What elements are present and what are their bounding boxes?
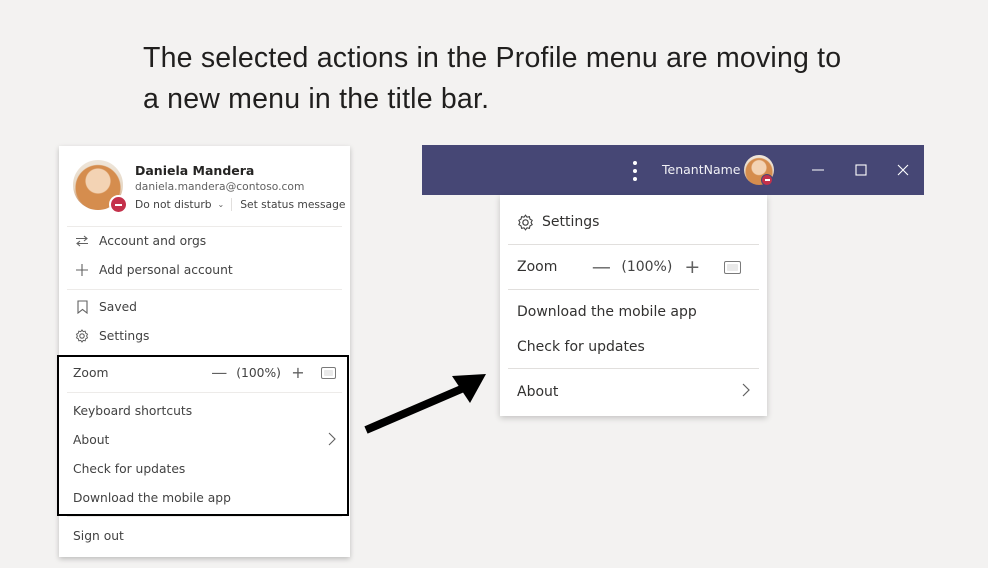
menu-item-download-mobile-app[interactable]: Download the mobile app [517,297,750,327]
presence-status-dropdown[interactable]: Do not disturb [135,198,212,211]
user-name: Daniela Mandera [135,163,255,178]
divider [67,516,342,517]
menu-item-check-for-updates[interactable]: Check for updates [73,456,336,482]
title-bar: TenantName [422,145,924,195]
menu-item-label: Download the mobile app [517,304,697,320]
zoom-row: Zoom — (100%) + [517,252,750,282]
gear-icon [73,329,91,343]
arrow-right-icon [364,374,486,434]
menu-item-label: About [517,384,559,400]
menu-item-keyboard-shortcuts[interactable]: Keyboard shortcuts [73,398,336,424]
chevron-right-icon [742,383,750,401]
menu-item-label: Settings [542,214,600,230]
status-row: Do not disturb ⌄ Set status message [135,198,345,211]
menu-item-check-for-updates[interactable]: Check for updates [517,332,750,362]
zoom-in-button[interactable]: + [289,365,307,381]
menu-item-settings[interactable]: Settings [517,207,750,237]
zoom-out-button[interactable]: — [210,365,228,381]
maximize-button[interactable] [846,155,876,185]
minimize-icon [812,169,824,171]
profile-menu: Daniela Mandera daniela.mandera@contoso.… [59,146,350,557]
zoom-label: Zoom [73,366,109,380]
headline-line-2: a new menu in the title bar. [143,83,490,115]
divider [67,392,342,393]
headline: The selected actions in the Profile menu… [143,38,903,120]
minimize-button[interactable] [803,155,833,185]
zoom-in-button[interactable]: + [682,258,702,277]
more-vertical-icon [633,161,637,165]
set-status-message-link[interactable]: Set status message [240,198,345,211]
title-bar-more-menu: Settings Zoom — (100%) + Download the mo… [500,195,767,416]
chevron-down-icon[interactable]: ⌄ [218,200,225,209]
menu-item-label: Check for updates [517,339,645,355]
menu-item-label: Sign out [73,529,124,543]
zoom-label: Zoom [517,259,558,275]
close-button[interactable] [888,155,918,185]
menu-item-saved[interactable]: Saved [73,294,336,320]
menu-item-label: Download the mobile app [73,491,231,505]
menu-item-label: Saved [99,300,137,314]
menu-item-account-and-orgs[interactable]: Account and orgs [73,228,336,254]
divider [67,289,342,290]
menu-item-label: Keyboard shortcuts [73,404,193,418]
zoom-level: (100%) [621,259,673,275]
zoom-out-button[interactable]: — [591,258,611,277]
menu-item-about[interactable]: About [517,377,750,407]
presence-dnd-icon [109,195,128,214]
zoom-row: Zoom — (100%) + [73,360,336,386]
profile-header: Daniela Mandera daniela.mandera@contoso.… [59,146,350,226]
gear-icon [517,213,534,231]
headline-line-1: The selected actions in the Profile menu… [143,42,842,74]
menu-item-label: About [73,433,110,447]
maximize-icon [855,164,867,176]
divider [67,226,342,227]
plus-icon [73,264,91,276]
menu-item-label: Settings [99,329,150,343]
fit-to-window-icon[interactable] [321,367,336,379]
menu-item-add-personal-account[interactable]: Add personal account [73,257,336,283]
user-email: daniela.mandera@contoso.com [135,180,305,193]
divider [508,244,759,245]
switch-arrows-icon [73,235,91,247]
menu-item-label: Add personal account [99,263,233,277]
menu-item-label: Check for updates [73,462,186,476]
close-icon [897,164,909,176]
menu-item-settings[interactable]: Settings [73,323,336,349]
divider [508,289,759,290]
fit-to-window-icon[interactable] [724,260,742,274]
divider [508,368,759,369]
more-options-button[interactable] [630,161,640,181]
tenant-name[interactable]: TenantName [662,162,741,177]
presence-dnd-icon [761,174,773,186]
chevron-right-icon [328,432,336,449]
bookmark-icon [73,300,91,314]
menu-item-about[interactable]: About [73,427,336,453]
menu-item-label: Account and orgs [99,234,207,248]
menu-item-download-mobile-app[interactable]: Download the mobile app [73,485,336,511]
status-divider [231,198,233,211]
zoom-level: (100%) [236,366,281,380]
menu-item-sign-out[interactable]: Sign out [73,523,336,549]
